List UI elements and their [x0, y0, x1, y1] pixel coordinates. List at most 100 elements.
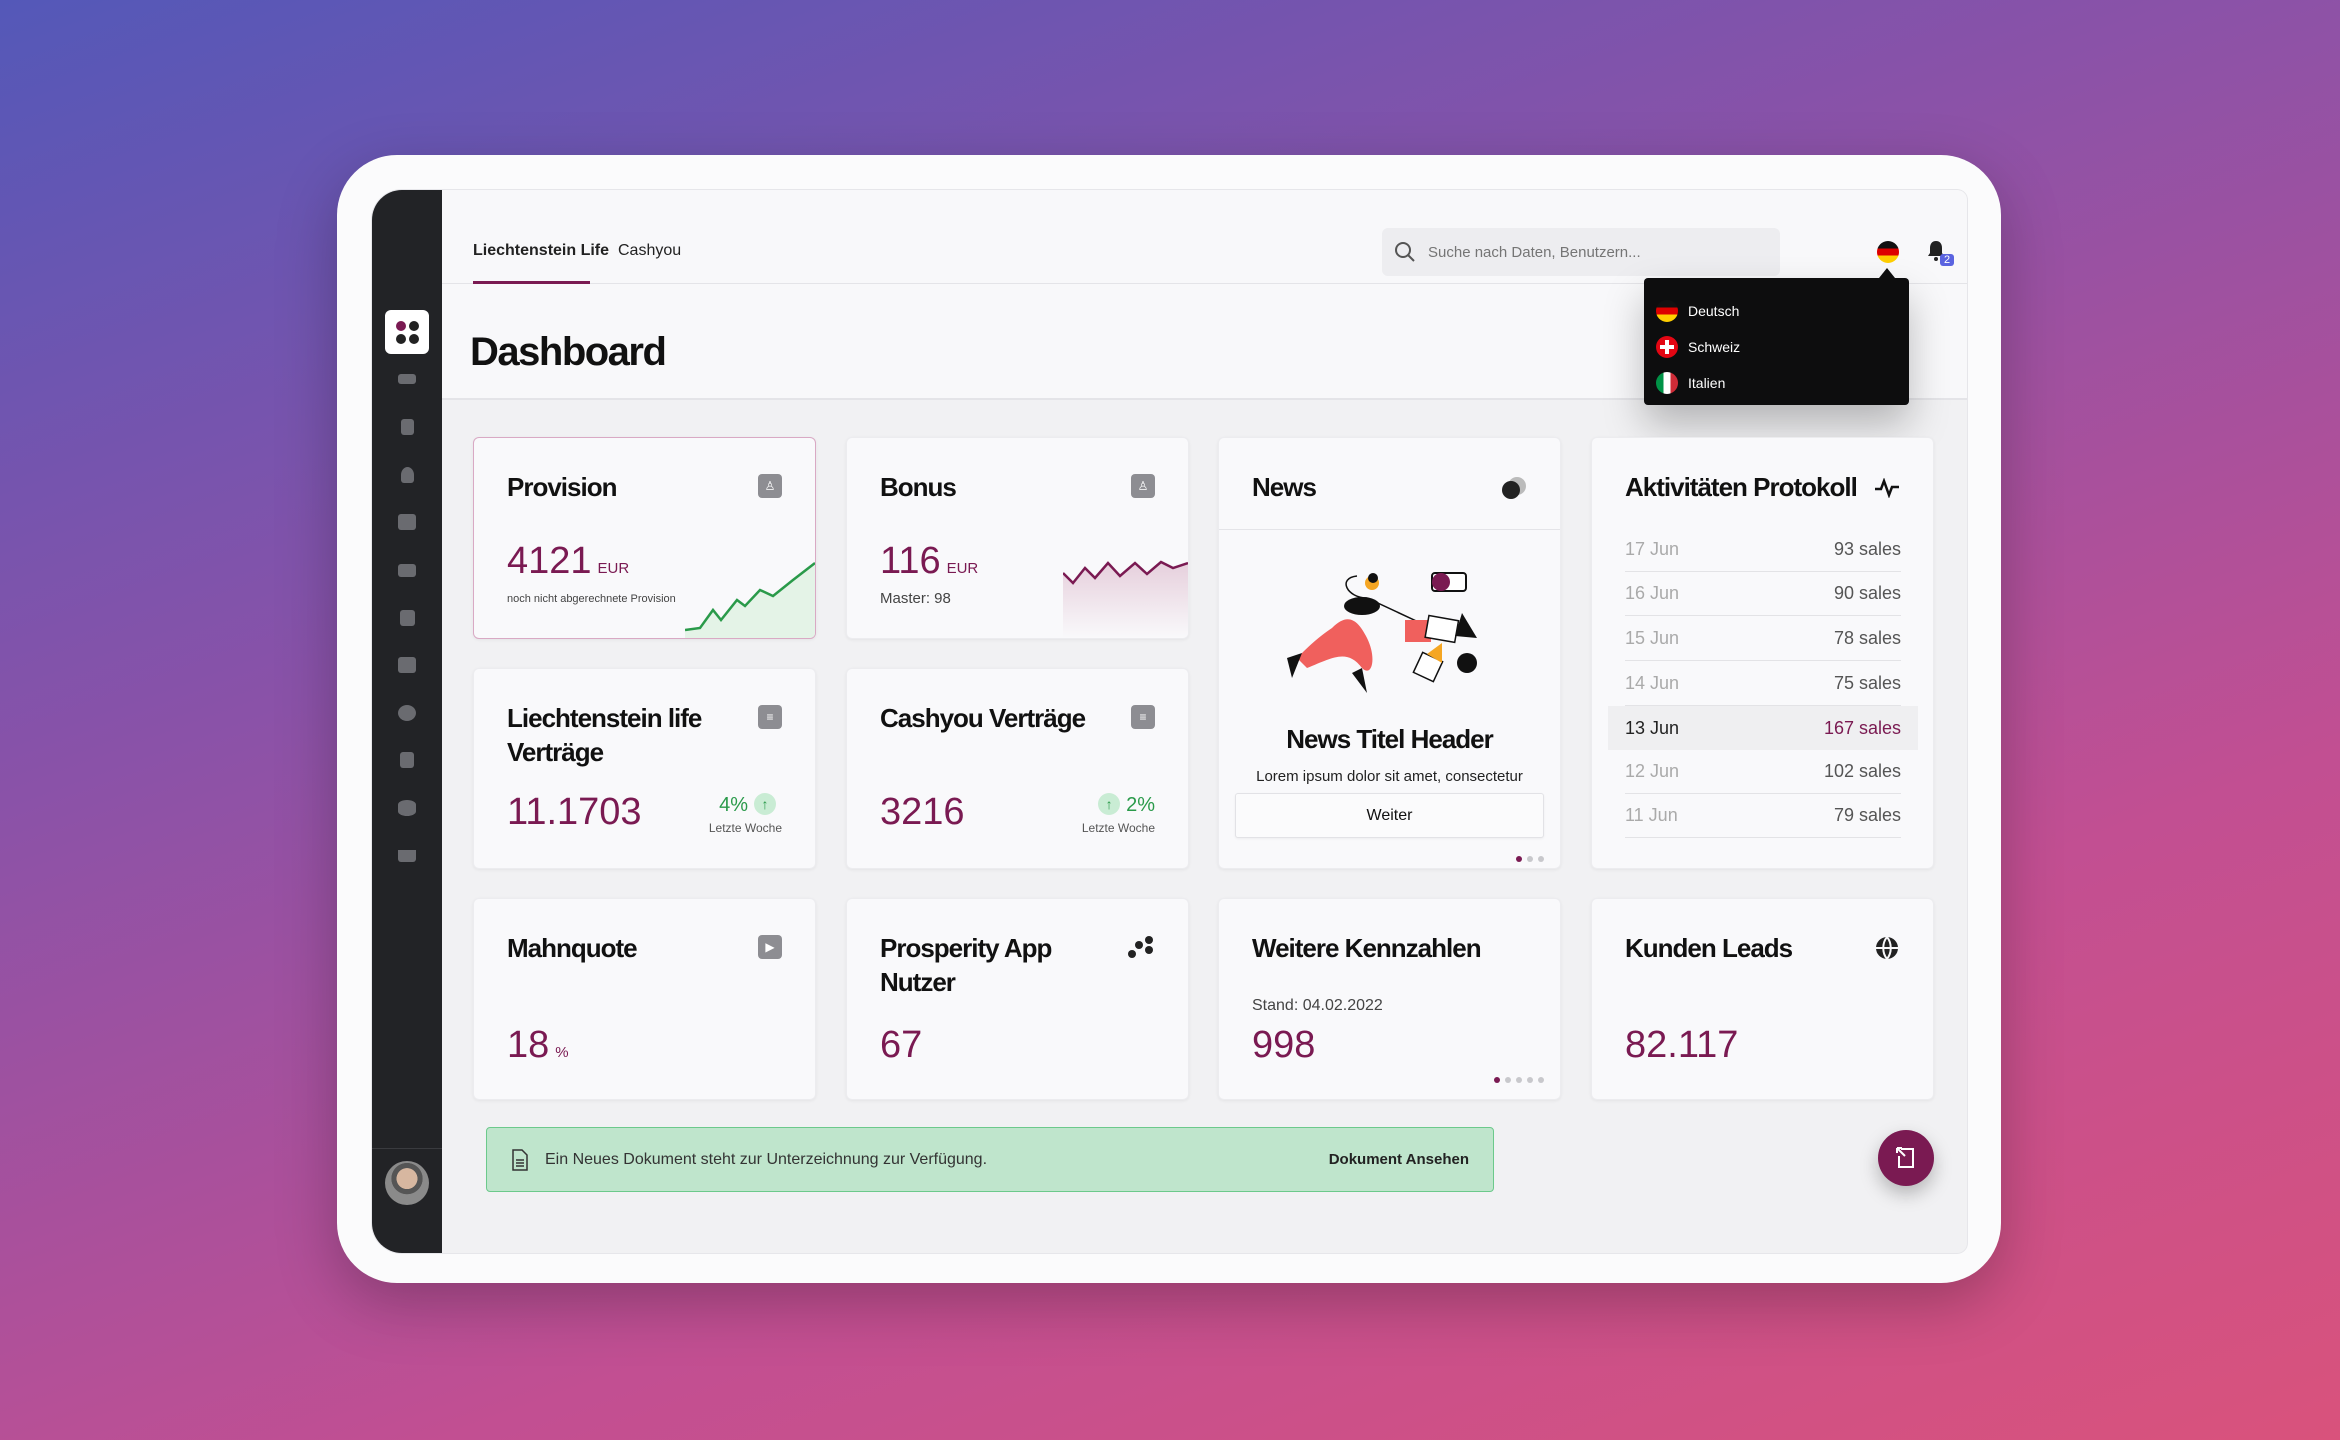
value-unit: EUR — [946, 560, 979, 577]
bonus-value: 116 EUR — [880, 540, 978, 583]
activity-row[interactable]: 16 Jun 90 sales — [1625, 572, 1901, 616]
search-input[interactable] — [1428, 243, 1748, 261]
kennzahlen-pagination[interactable] — [1494, 1077, 1544, 1083]
activity-sales: 102 sales — [1823, 761, 1901, 781]
bonus-card[interactable]: Bonus ♙ 116 EUR Master: 98 — [846, 437, 1189, 639]
sidebar-divider — [372, 1148, 442, 1149]
activity-row[interactable]: 11 Jun 79 sales — [1625, 794, 1901, 838]
user-document-icon: ♙ — [758, 474, 782, 498]
sidebar-item-users[interactable] — [392, 464, 422, 486]
arrow-up-icon: ↑ — [754, 793, 776, 815]
sidebar-item-storage[interactable] — [392, 368, 422, 390]
mahnquote-card[interactable]: Mahnquote ▶ 18% — [473, 898, 816, 1100]
sidebar-item-likes[interactable] — [392, 559, 422, 581]
kunden-leads-value: 82.117 — [1625, 1024, 1739, 1066]
page-dot[interactable] — [1516, 1077, 1522, 1083]
search-box[interactable] — [1382, 228, 1780, 276]
trend-label: Letzte Woche — [708, 821, 782, 835]
value-unit: % — [555, 1044, 569, 1061]
activity-row[interactable]: 17 Jun 93 sales — [1625, 528, 1901, 572]
folder-icon: ≡ — [758, 705, 782, 729]
provision-value: 4121 EUR — [507, 540, 629, 583]
sidebar-item-presentation[interactable] — [392, 511, 422, 533]
language-option-schweiz[interactable]: Schweiz — [1644, 329, 1909, 365]
activity-date: 16 Jun — [1625, 583, 1680, 603]
kunden-leads-card[interactable]: Kunden Leads 82.117 — [1591, 898, 1934, 1100]
card-title: Bonus — [880, 472, 957, 502]
activity-row[interactable]: 14 Jun 75 sales — [1625, 662, 1901, 706]
card-title: Kunden Leads — [1625, 933, 1793, 963]
switzerland-flag-icon — [1656, 336, 1678, 358]
document-notification-banner: Ein Neues Dokument steht zur Unterzeichn… — [486, 1127, 1494, 1192]
activity-log-card: Aktivitäten Protokoll 17 Jun 93 sales 16 … — [1591, 437, 1934, 869]
sidebar-item-calendar[interactable] — [392, 654, 422, 676]
document-icon — [512, 1148, 528, 1171]
tab-liechtenstein-life[interactable]: Liechtenstein Life — [473, 242, 609, 260]
sidebar-item-discounts[interactable] — [392, 702, 422, 724]
activity-pulse-icon — [1875, 478, 1899, 498]
bonus-sparkline — [1063, 560, 1188, 638]
sidebar — [372, 190, 442, 1253]
card-title: Cashyou Verträge — [880, 703, 1086, 733]
page-dot[interactable] — [1538, 1077, 1544, 1083]
prosperity-card[interactable]: Prosperity App Nutzer 67 — [846, 898, 1189, 1100]
provision-sparkline — [685, 562, 815, 638]
card-title: Provision — [507, 472, 617, 502]
liechtenstein-vertraege-card[interactable]: Liechtenstein life Verträge ≡ 11.1703 4%… — [473, 668, 816, 869]
kennzahlen-card[interactable]: Weitere Kennzahlen Stand: 04.02.2022 998 — [1218, 898, 1561, 1100]
sidebar-item-clipboard[interactable] — [392, 749, 422, 771]
language-option-deutsch[interactable]: Deutsch — [1644, 293, 1909, 329]
page-dot[interactable] — [1505, 1077, 1511, 1083]
notifications-button[interactable]: 2 — [1926, 240, 1955, 267]
news-headline: News Titel Header — [1286, 724, 1494, 754]
page-dot[interactable] — [1494, 1077, 1500, 1083]
activity-sales: 75 sales — [1833, 673, 1901, 693]
activity-date: 11 Jun — [1625, 805, 1678, 825]
page-dot[interactable] — [1527, 1077, 1533, 1083]
language-label: Italien — [1688, 375, 1726, 391]
toggle-circles-icon — [1502, 477, 1526, 499]
page-dot[interactable] — [1516, 856, 1522, 862]
thumbs-up-icon — [398, 563, 416, 577]
activity-sales: 78 sales — [1833, 628, 1901, 648]
view-document-button[interactable]: Dokument Ansehen — [1329, 1151, 1469, 1168]
activity-sales: 90 sales — [1833, 583, 1901, 603]
sidebar-item-shop[interactable] — [392, 845, 422, 867]
trend-indicator: 4% ↑ Letzte Woche — [709, 793, 782, 835]
export-fab-button[interactable] — [1878, 1130, 1934, 1186]
news-divider — [1219, 529, 1560, 530]
news-weiter-button[interactable]: Weiter — [1235, 793, 1544, 838]
card-title: Prosperity App Nutzer — [880, 933, 1052, 997]
presentation-icon — [398, 514, 416, 530]
calendar-icon — [398, 657, 416, 673]
activity-sales: 167 sales — [1823, 717, 1901, 738]
activity-date: 15 Jun — [1625, 628, 1680, 648]
sidebar-item-calculator[interactable] — [392, 416, 422, 438]
clipboard-icon — [400, 752, 414, 768]
activity-date: 14 Jun — [1625, 673, 1680, 693]
activity-date: 17 Jun — [1625, 539, 1680, 559]
sidebar-item-database[interactable] — [392, 797, 422, 819]
cashyou-vertraege-card[interactable]: Cashyou Verträge ≡ 3216 ↑ 2% Letzte Woche — [846, 668, 1189, 869]
language-option-italien[interactable]: Italien — [1644, 365, 1909, 401]
page-dot[interactable] — [1527, 856, 1533, 862]
trend-percent: 4% — [719, 794, 748, 816]
app-window: Liechtenstein Life Cashyou 2 Deutsch Sch… — [372, 190, 1967, 1253]
arrow-up-icon: ↑ — [1098, 793, 1121, 815]
activity-row-highlighted[interactable]: 13 Jun 167 sales — [1608, 706, 1918, 750]
provision-card[interactable]: Provision ♙ 4121 EUR noch nicht abgerechn… — [473, 437, 816, 639]
card-title: Mahnquote — [507, 933, 638, 963]
tab-cashyou[interactable]: Cashyou — [618, 242, 681, 260]
italy-flag-icon — [1656, 372, 1678, 394]
news-illustration — [1287, 572, 1477, 693]
page-dot[interactable] — [1538, 856, 1544, 862]
sidebar-item-dashboard[interactable] — [385, 310, 429, 354]
play-icon: ▶ — [758, 935, 782, 959]
documents-icon — [399, 610, 415, 626]
activity-row[interactable]: 12 Jun 102 sales — [1625, 750, 1901, 794]
language-selector-germany-flag-icon[interactable] — [1877, 241, 1899, 263]
news-pagination[interactable] — [1516, 856, 1544, 862]
activity-row[interactable]: 15 Jun 78 sales — [1625, 617, 1901, 661]
user-avatar[interactable] — [385, 1161, 429, 1205]
sidebar-item-documents[interactable] — [392, 607, 422, 629]
